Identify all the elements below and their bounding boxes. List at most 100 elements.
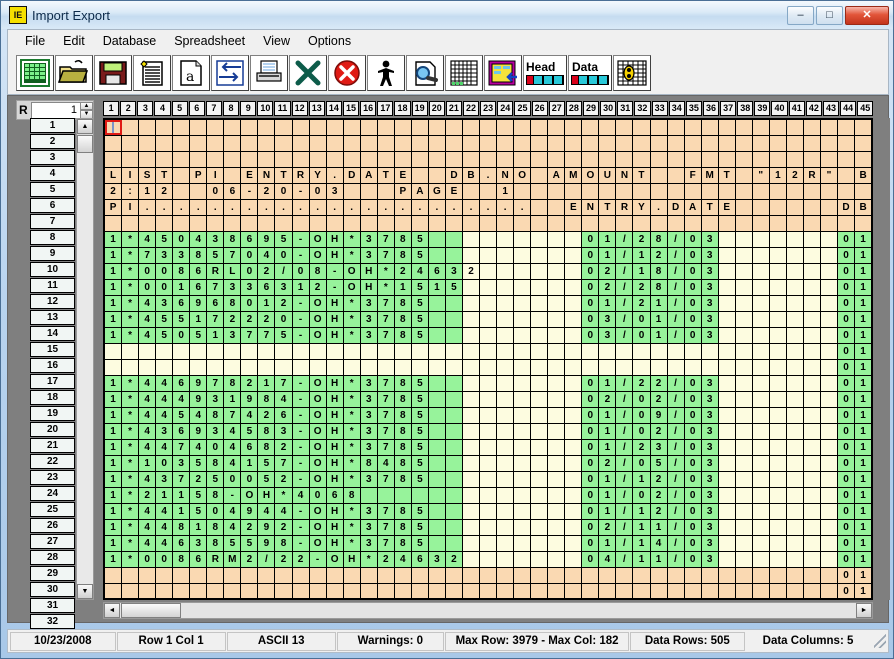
- grid-cell[interactable]: [650, 120, 667, 135]
- grid-cell[interactable]: [752, 584, 769, 598]
- grid-cell[interactable]: 9: [190, 376, 207, 391]
- grid-cell[interactable]: [803, 584, 820, 598]
- grid-cell[interactable]: [548, 568, 565, 583]
- grid-cell[interactable]: 3: [275, 280, 292, 295]
- grid-cell[interactable]: 1: [633, 552, 650, 567]
- grid-cell[interactable]: [480, 536, 497, 551]
- grid-cell[interactable]: [428, 520, 445, 535]
- grid-cell[interactable]: *: [122, 312, 139, 327]
- grid-cell[interactable]: .: [411, 200, 428, 215]
- grid-cell[interactable]: /: [667, 312, 684, 327]
- grid-cell[interactable]: [548, 584, 565, 598]
- grid-cell[interactable]: 0: [838, 472, 855, 487]
- grid-cell[interactable]: [803, 344, 820, 359]
- grid-cell[interactable]: [462, 392, 480, 407]
- grid-cell[interactable]: [701, 584, 718, 598]
- grid-cell[interactable]: [309, 360, 326, 375]
- grid-cell[interactable]: H: [326, 312, 343, 327]
- grid-cell[interactable]: [803, 120, 820, 135]
- grid-cell[interactable]: [820, 120, 838, 135]
- grid-cell[interactable]: [718, 456, 735, 471]
- grid-cell[interactable]: .: [377, 200, 394, 215]
- grid-cell[interactable]: 7: [241, 328, 258, 343]
- grid-cell[interactable]: [428, 536, 445, 551]
- grid-cell[interactable]: [514, 232, 531, 247]
- grid-cell[interactable]: O: [309, 408, 326, 423]
- grid-cell[interactable]: 3: [360, 440, 377, 455]
- grid-cell[interactable]: [548, 456, 565, 471]
- grid-cell[interactable]: [428, 504, 445, 519]
- grid-cell[interactable]: 7: [207, 312, 224, 327]
- grid-cell[interactable]: 2: [258, 408, 275, 423]
- grid-cell[interactable]: [531, 264, 548, 279]
- grid-cell[interactable]: [497, 264, 514, 279]
- grid-cell[interactable]: 1: [599, 248, 616, 263]
- grid-cell[interactable]: [190, 344, 207, 359]
- grid-cell[interactable]: 4: [241, 408, 258, 423]
- grid-cell[interactable]: *: [122, 424, 139, 439]
- grid-cell[interactable]: O: [514, 168, 531, 183]
- grid-cell[interactable]: [207, 216, 224, 231]
- grid-cell[interactable]: T: [156, 168, 173, 183]
- grid-cell[interactable]: 3: [241, 280, 258, 295]
- grid-cell[interactable]: G: [428, 184, 445, 199]
- grid-cell[interactable]: [514, 248, 531, 263]
- grid-cell[interactable]: [820, 360, 838, 375]
- grid-cell[interactable]: 3: [701, 424, 718, 439]
- grid-cell[interactable]: [462, 552, 480, 567]
- grid-cell[interactable]: [565, 520, 582, 535]
- grid-cell[interactable]: /: [616, 536, 633, 551]
- grid-cell[interactable]: [786, 408, 803, 423]
- grid-cell[interactable]: 0: [838, 280, 855, 295]
- grid-cell[interactable]: 0: [241, 264, 258, 279]
- grid-cell[interactable]: 2: [258, 264, 275, 279]
- grid-cell[interactable]: [616, 360, 633, 375]
- grid-cell[interactable]: /: [616, 456, 633, 471]
- grid-cell[interactable]: 2: [786, 168, 803, 183]
- grid-cell[interactable]: 6: [275, 408, 292, 423]
- grid-cell[interactable]: [480, 120, 497, 135]
- grid-cell[interactable]: [786, 456, 803, 471]
- grid-cell[interactable]: [718, 232, 735, 247]
- grid-cell[interactable]: N: [497, 168, 514, 183]
- grid-cell[interactable]: [752, 200, 769, 215]
- grid-cell[interactable]: 6: [241, 232, 258, 247]
- grid-cell[interactable]: [445, 232, 462, 247]
- grid-cell[interactable]: 9: [258, 520, 275, 535]
- grid-cell[interactable]: /: [616, 488, 633, 503]
- grid-cell[interactable]: 1: [241, 456, 258, 471]
- grid-cell[interactable]: [565, 456, 582, 471]
- grid-cell[interactable]: [752, 568, 769, 583]
- grid-cell[interactable]: [360, 568, 377, 583]
- grid-cell[interactable]: [599, 120, 616, 135]
- column-header-40[interactable]: 40: [771, 101, 788, 116]
- grid-cell[interactable]: 6: [173, 536, 190, 551]
- grid-cell[interactable]: 0: [633, 328, 650, 343]
- grid-cell[interactable]: [838, 136, 855, 151]
- column-header-15[interactable]: 15: [342, 101, 360, 116]
- grid-cell[interactable]: 1: [855, 552, 871, 567]
- grid-cell[interactable]: -: [292, 424, 309, 439]
- grid-cell[interactable]: /: [616, 248, 633, 263]
- grid-cell[interactable]: [769, 248, 786, 263]
- column-header-10[interactable]: 10: [257, 101, 274, 116]
- column-header-33[interactable]: 33: [651, 101, 668, 116]
- grid-cell[interactable]: *: [122, 376, 139, 391]
- grid-cell[interactable]: *: [343, 456, 360, 471]
- grid-cell[interactable]: 5: [156, 328, 173, 343]
- grid-cell[interactable]: D: [838, 200, 855, 215]
- grid-cell[interactable]: [667, 152, 684, 167]
- grid-cell[interactable]: .: [480, 200, 497, 215]
- grid-cell[interactable]: [786, 424, 803, 439]
- grid-cell[interactable]: [769, 280, 786, 295]
- grid-cell[interactable]: 3: [701, 504, 718, 519]
- scroll-thumb[interactable]: [77, 135, 93, 153]
- grid-cell[interactable]: [650, 152, 667, 167]
- grid-cell[interactable]: 5: [411, 296, 428, 311]
- grid-cell[interactable]: 0: [838, 408, 855, 423]
- grid-cell[interactable]: 0: [684, 248, 701, 263]
- grid-cell[interactable]: [377, 360, 394, 375]
- grid-cell[interactable]: 2: [445, 552, 462, 567]
- user-button[interactable]: [367, 54, 405, 91]
- grid-cell[interactable]: [480, 440, 497, 455]
